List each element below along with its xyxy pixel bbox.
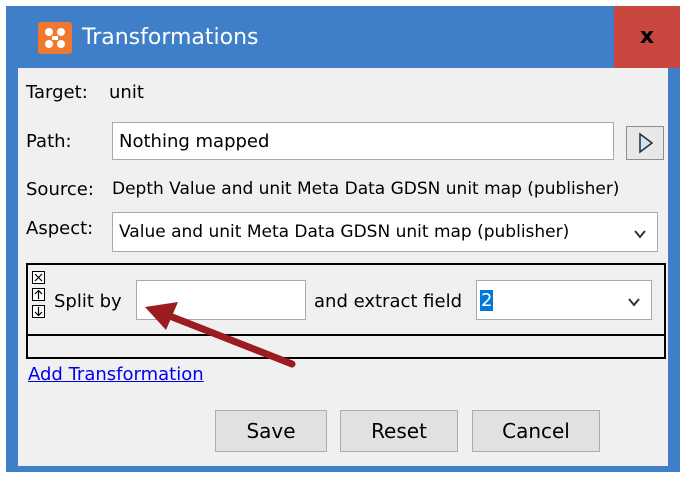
aspect-select-value: Value and unit Meta Data GDSN unit map (… [119, 222, 570, 242]
dialog-body: Target: unit Path: Nothing mapped Source… [18, 68, 668, 466]
add-transformation-link[interactable]: Add Transformation [28, 364, 204, 385]
target-value: unit [109, 82, 144, 103]
arrow-up-icon [34, 289, 43, 299]
extract-field-selected: 2 [480, 290, 494, 311]
app-grid-icon [38, 22, 72, 54]
aspect-label: Aspect: [26, 218, 94, 239]
path-label: Path: [26, 131, 72, 152]
path-field-value: Nothing mapped [119, 131, 270, 152]
reset-button[interactable]: Reset [340, 410, 458, 452]
extract-field-select[interactable]: 2 [476, 280, 652, 320]
source-value: Depth Value and unit Meta Data GDSN unit… [112, 179, 620, 199]
save-button[interactable]: Save [215, 410, 327, 452]
chevron-down-icon [634, 230, 646, 239]
extract-field-value: 2 [480, 290, 494, 311]
transformation-divider [28, 334, 664, 336]
chevron-down-icon [628, 298, 640, 307]
close-button[interactable]: x [614, 6, 680, 68]
play-arrow-icon [639, 132, 654, 154]
split-by-input[interactable] [136, 280, 306, 320]
target-label: Target: [26, 82, 88, 103]
extract-field-label: and extract field [314, 291, 462, 312]
move-up-button[interactable] [32, 288, 45, 301]
transformation-list: Split by and extract field 2 [26, 263, 666, 359]
remove-transformation-button[interactable] [32, 271, 45, 284]
transformations-window: Transformations x Target: unit Path: Not… [6, 6, 680, 472]
arrow-down-icon [34, 307, 43, 317]
split-by-label: Split by [54, 291, 122, 312]
move-down-button[interactable] [32, 305, 45, 318]
cancel-button[interactable]: Cancel [472, 410, 600, 452]
aspect-select[interactable]: Value and unit Meta Data GDSN unit map (… [112, 212, 658, 252]
source-label: Source: [26, 179, 94, 200]
path-field[interactable]: Nothing mapped [112, 122, 614, 160]
close-icon [34, 273, 43, 282]
map-path-button[interactable] [626, 126, 664, 160]
title-bar[interactable]: Transformations x [6, 6, 680, 68]
window-title: Transformations [82, 25, 259, 50]
